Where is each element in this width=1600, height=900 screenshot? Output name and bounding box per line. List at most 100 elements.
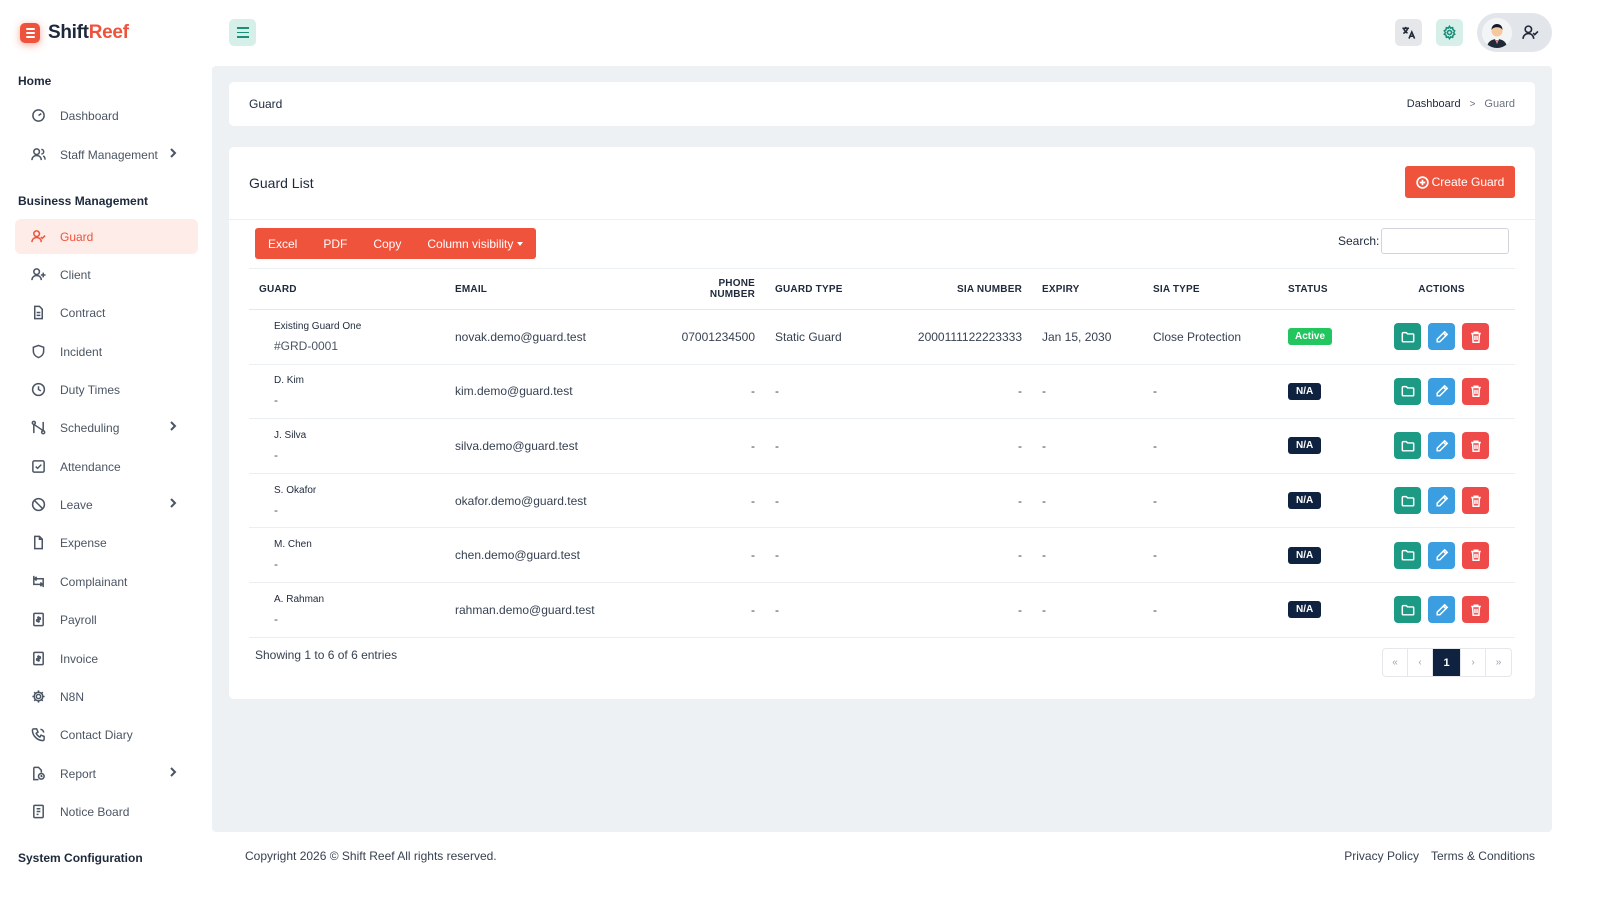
folder-icon [1401,384,1415,398]
status-cell: N/A [1278,527,1368,583]
guard-code: - [274,447,278,462]
guard-type-cell: - [765,582,885,638]
prev-page-button[interactable]: ‹ [1408,649,1433,676]
view-button[interactable] [1394,487,1421,515]
sidebar-item-scheduling[interactable]: Scheduling [15,410,198,445]
edit-button[interactable] [1428,487,1455,515]
sia-type-cell: - [1143,582,1278,638]
language-button[interactable] [1395,19,1422,46]
plus-circle-icon [1415,175,1429,189]
create-guard-label: Create Guard [1431,175,1505,189]
column-visibility-button[interactable]: Column visibility [414,228,536,259]
sidebar-item-attendance[interactable]: Attendance [15,449,198,484]
edit-button[interactable] [1428,323,1455,351]
view-button[interactable] [1394,323,1421,351]
privacy-policy-link[interactable]: Privacy Policy [1344,849,1419,863]
guard-name[interactable]: J. Silva [259,430,435,441]
file-icon [30,535,46,551]
email-cell: kim.demo@guard.test [445,364,663,420]
guard-cell: A. Rahman - [249,582,445,638]
table-row: D. Kim - kim.demo@guard.test - - - - - N/A [249,364,1515,420]
table-row: J. Silva - silva.demo@guard.test - - - - - N/A [249,418,1515,474]
folder-icon [1401,330,1415,344]
edit-button[interactable] [1428,596,1455,624]
sidebar-item-leave[interactable]: Leave [15,487,198,522]
page-1-button[interactable]: 1 [1433,649,1461,676]
view-button[interactable] [1394,377,1421,405]
sidebar-item-label: Notice Board [60,804,130,819]
brand[interactable]: ShiftReef [20,22,129,44]
guard-type-cell: - [765,473,885,529]
first-page-button[interactable]: « [1383,649,1408,676]
sidebar-item-guard[interactable]: Guard [15,219,198,254]
delete-button[interactable] [1462,377,1489,405]
email-cell: silva.demo@guard.test [445,418,663,474]
sidebar-item-n8n[interactable]: N8N [15,679,198,714]
sidebar-item-expense[interactable]: Expense [15,525,198,560]
sidebar-item-incident[interactable]: Incident [15,334,198,369]
route-icon [30,420,46,436]
menu-toggle-button[interactable] [229,19,256,46]
sia-type-cell: - [1143,473,1278,529]
view-button[interactable] [1394,596,1421,624]
sia-number-cell: - [885,582,1032,638]
edit-button[interactable] [1428,377,1455,405]
copy-button[interactable]: Copy [360,228,414,259]
user-check-icon [1522,24,1539,41]
guard-name[interactable]: A. Rahman [259,594,435,605]
column-header-phone[interactable]: PHONE NUMBER [663,268,765,310]
sidebar-item-contract[interactable]: Contract [15,295,198,330]
guard-name[interactable]: Existing Guard One [259,321,435,332]
guard-name[interactable]: M. Chen [259,539,435,550]
column-header-status[interactable]: STATUS [1278,268,1368,310]
column-header-expiry[interactable]: EXPIRY [1032,268,1143,310]
sidebar-item-notice-board[interactable]: Notice Board [15,794,198,829]
settings-button[interactable] [1436,19,1463,46]
column-header-guard[interactable]: GUARD [249,268,445,310]
chevron-right-icon [168,147,180,161]
phone-cell: - [663,418,765,474]
pdf-button[interactable]: PDF [310,228,360,259]
sidebar-item-payroll[interactable]: Payroll [15,602,198,637]
delete-button[interactable] [1462,541,1489,569]
search-input[interactable] [1381,228,1509,254]
table-row: M. Chen - chen.demo@guard.test - - - - - N/A [249,527,1515,583]
delete-button[interactable] [1462,596,1489,624]
user-menu[interactable] [1477,13,1552,52]
sidebar-item-client[interactable]: Client [15,257,198,292]
delete-button[interactable] [1462,432,1489,460]
terms-link[interactable]: Terms & Conditions [1431,849,1535,863]
guard-name[interactable]: D. Kim [259,375,435,386]
excel-button[interactable]: Excel [255,228,310,259]
edit-button[interactable] [1428,541,1455,569]
sidebar-item-duty-times[interactable]: Duty Times [15,372,198,407]
sidebar-item-dashboard[interactable]: Dashboard [15,98,198,133]
delete-button[interactable] [1462,487,1489,515]
sidebar-item-complainant[interactable]: Complainant [15,564,198,599]
create-guard-button[interactable]: Create Guard [1405,166,1515,198]
next-page-button[interactable]: › [1461,649,1486,676]
last-page-button[interactable]: » [1486,649,1511,676]
edit-button[interactable] [1428,432,1455,460]
table-row: S. Okafor - okafor.demo@guard.test - - - - - N/A [249,473,1515,529]
view-button[interactable] [1394,541,1421,569]
sidebar-item-label: Client [60,267,91,282]
column-header-guard-type[interactable]: GUARD TYPE [765,268,885,310]
guard-code: - [274,611,278,626]
sia-number-cell: - [885,364,1032,420]
sidebar-item-report[interactable]: Report [15,756,198,791]
column-header-email[interactable]: EMAIL [445,268,663,310]
sidebar-item-invoice[interactable]: Invoice [15,641,198,676]
guard-name[interactable]: S. Okafor [259,485,435,496]
sidebar-item-staff-management[interactable]: Staff Management [15,137,198,172]
guard-type-cell: - [765,364,885,420]
view-button[interactable] [1394,432,1421,460]
phone-cell: - [663,582,765,638]
guard-code: - [274,557,278,572]
column-header-sia-type[interactable]: SIA TYPE [1143,268,1278,310]
sidebar-item-contact-diary[interactable]: Contact Diary [15,717,198,752]
column-header-sia-number[interactable]: SIA NUMBER [885,268,1032,310]
delete-button[interactable] [1462,323,1489,351]
breadcrumb-dashboard-link[interactable]: Dashboard [1407,98,1461,110]
pagination: « ‹ 1 › » [1382,648,1512,677]
